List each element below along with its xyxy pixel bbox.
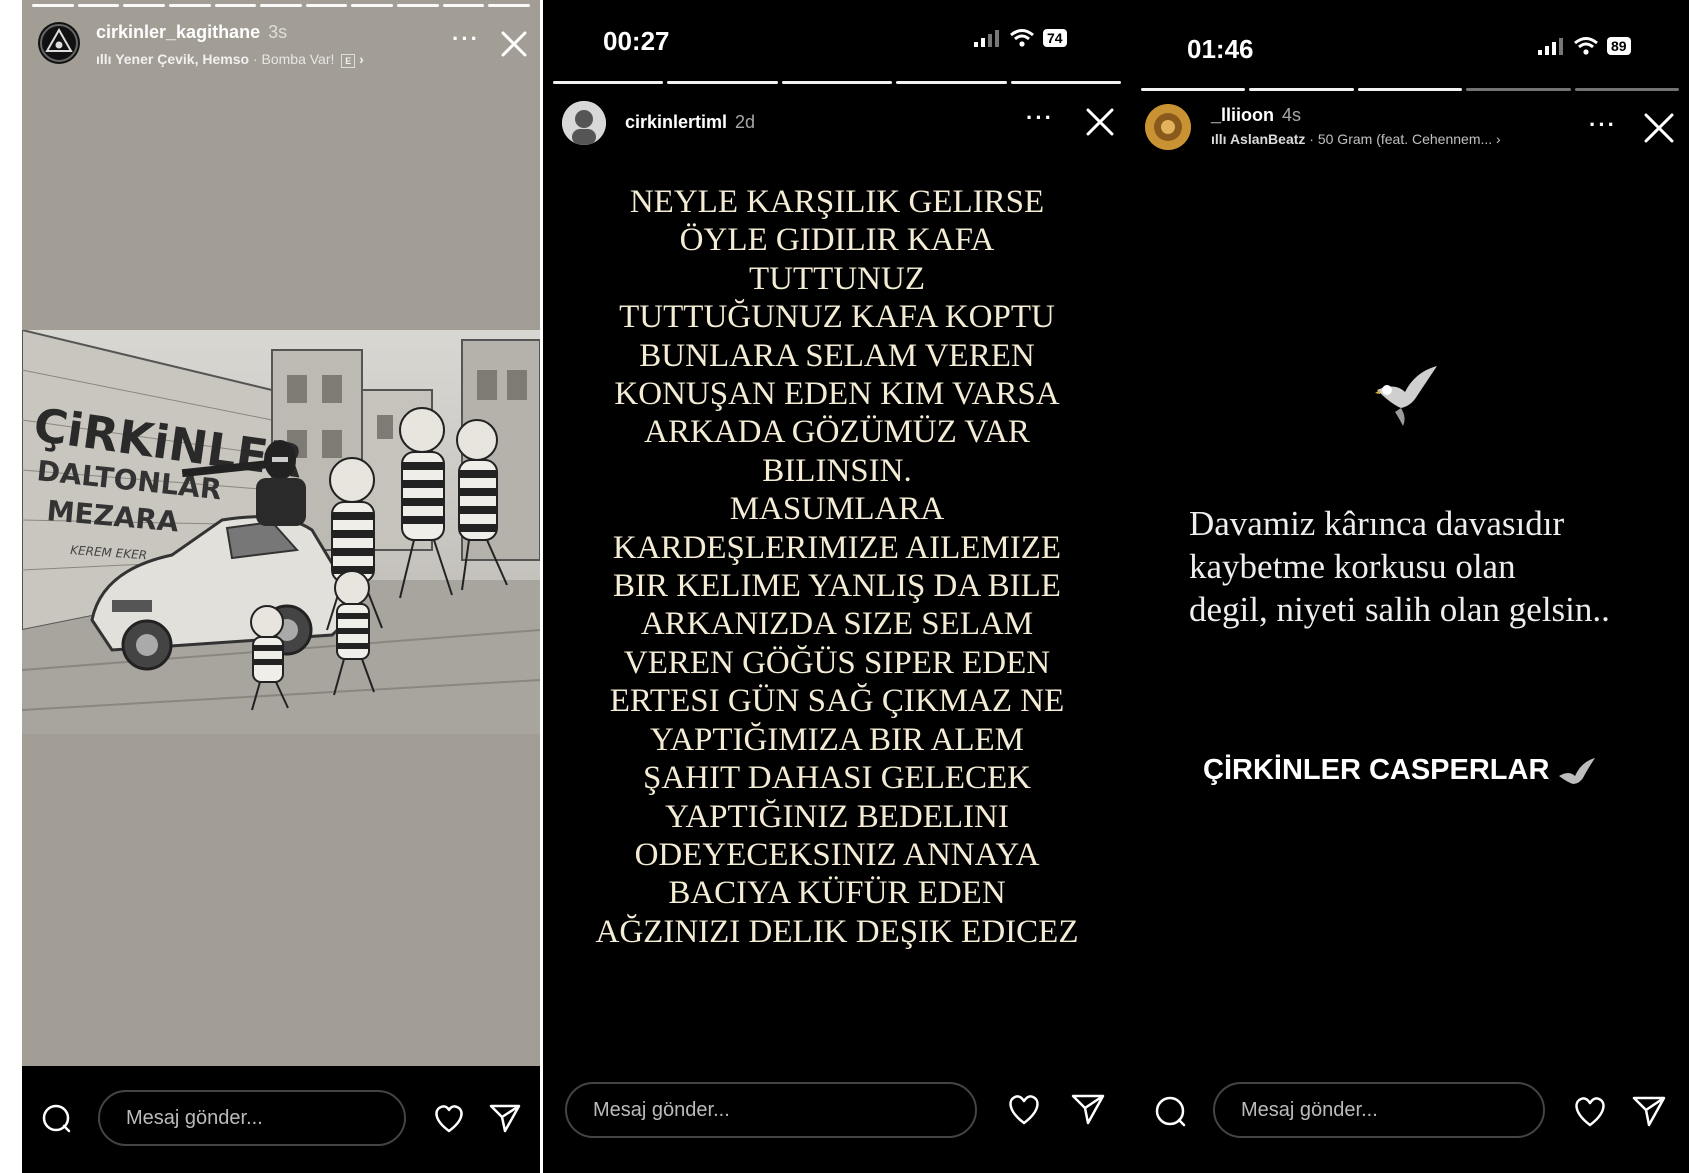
wifi-icon — [1010, 29, 1034, 47]
story-time-ago: 4s — [1282, 105, 1302, 125]
status-time: 00:27 — [603, 26, 670, 56]
story-progress-bar — [32, 4, 531, 7]
story-username[interactable]: cirkinlertiml 2d — [625, 112, 755, 133]
story-reply-bar — [543, 1066, 1131, 1173]
heart-icon[interactable] — [1571, 1094, 1609, 1128]
story-time-ago: 2d — [735, 112, 756, 132]
heart-icon[interactable] — [1005, 1092, 1043, 1126]
battery-icon: 89 — [1607, 37, 1631, 55]
avatar[interactable] — [38, 22, 80, 64]
close-icon[interactable] — [1643, 112, 1675, 144]
eagle-icon — [1559, 758, 1596, 785]
send-icon[interactable] — [488, 1102, 522, 1134]
camera-icon[interactable] — [1153, 1094, 1187, 1128]
avatar-logo-icon — [40, 24, 78, 62]
music-sticker[interactable]: ıllı AslanBeatz · 50 Gram (feat. Cehenne… — [1211, 131, 1501, 147]
chevron-right-icon: › — [359, 51, 364, 67]
close-icon[interactable] — [500, 30, 528, 58]
camera-icon[interactable] — [40, 1102, 72, 1134]
more-icon[interactable]: ··· — [1026, 105, 1054, 131]
story-username[interactable]: _lliioon 4s — [1211, 105, 1301, 126]
explicit-icon: E — [341, 54, 356, 68]
music-icon: ıllı — [96, 51, 116, 67]
more-icon[interactable]: ··· — [452, 26, 480, 52]
music-icon: ıllı — [1211, 131, 1230, 147]
signal-icon — [1538, 38, 1563, 55]
message-input[interactable] — [565, 1082, 977, 1138]
message-input[interactable] — [98, 1090, 406, 1146]
story-progress-bar — [553, 81, 1122, 84]
message-input[interactable] — [1213, 1082, 1545, 1138]
more-icon[interactable]: ··· — [1589, 112, 1617, 138]
status-time: 01:46 — [1187, 34, 1254, 64]
battery-icon: 74 — [1043, 29, 1067, 47]
status-icons: 89 — [1537, 36, 1631, 56]
story-panel-1: cirkinler_kagithane 3s ıllı Yener Çevik, … — [22, 0, 540, 1173]
story-tagline: ÇİRKİNLER CASPERLAR — [1203, 754, 1597, 787]
avatar[interactable] — [562, 101, 606, 145]
status-icons: 74 — [973, 28, 1067, 48]
story-username[interactable]: cirkinler_kagithane 3s — [96, 22, 287, 43]
send-icon[interactable] — [1631, 1094, 1667, 1128]
story-time-ago: 3s — [268, 22, 288, 42]
story-reply-bar — [1131, 1066, 1689, 1173]
close-icon[interactable] — [1085, 107, 1115, 137]
story-progress-bar — [1141, 88, 1680, 91]
story-panel-3: 01:46 89 _lliioon 4s ıllı AslanBeatz · 50… — [1131, 0, 1689, 1173]
signal-icon — [974, 30, 999, 47]
heart-icon[interactable] — [432, 1102, 466, 1134]
avatar-photo-icon — [562, 101, 606, 145]
story-quote: Davamiz kârınca davasıdır kaybetme korku… — [1189, 504, 1610, 629]
story-panel-2: 00:27 74 cirkinlertiml 2d ··· NEYLE KARŞI… — [543, 0, 1131, 1173]
send-icon[interactable] — [1070, 1092, 1106, 1126]
eagle-icon — [1375, 366, 1437, 426]
story-artwork-image: ÇiRKiNLER DALTONLAR MEZARA KEREM EKER — [22, 330, 540, 734]
avatar[interactable] — [1145, 104, 1191, 150]
avatar-photo-icon — [1145, 104, 1191, 150]
wifi-icon — [1574, 37, 1598, 55]
music-sticker[interactable]: ıllı Yener Çevik, Hemso · Bomba Var! E › — [96, 51, 364, 68]
story-text: NEYLE KARŞILIK GELIRSE ÖYLE GIDILIR KAFA… — [595, 184, 1079, 950]
story-reply-bar — [22, 1066, 540, 1173]
